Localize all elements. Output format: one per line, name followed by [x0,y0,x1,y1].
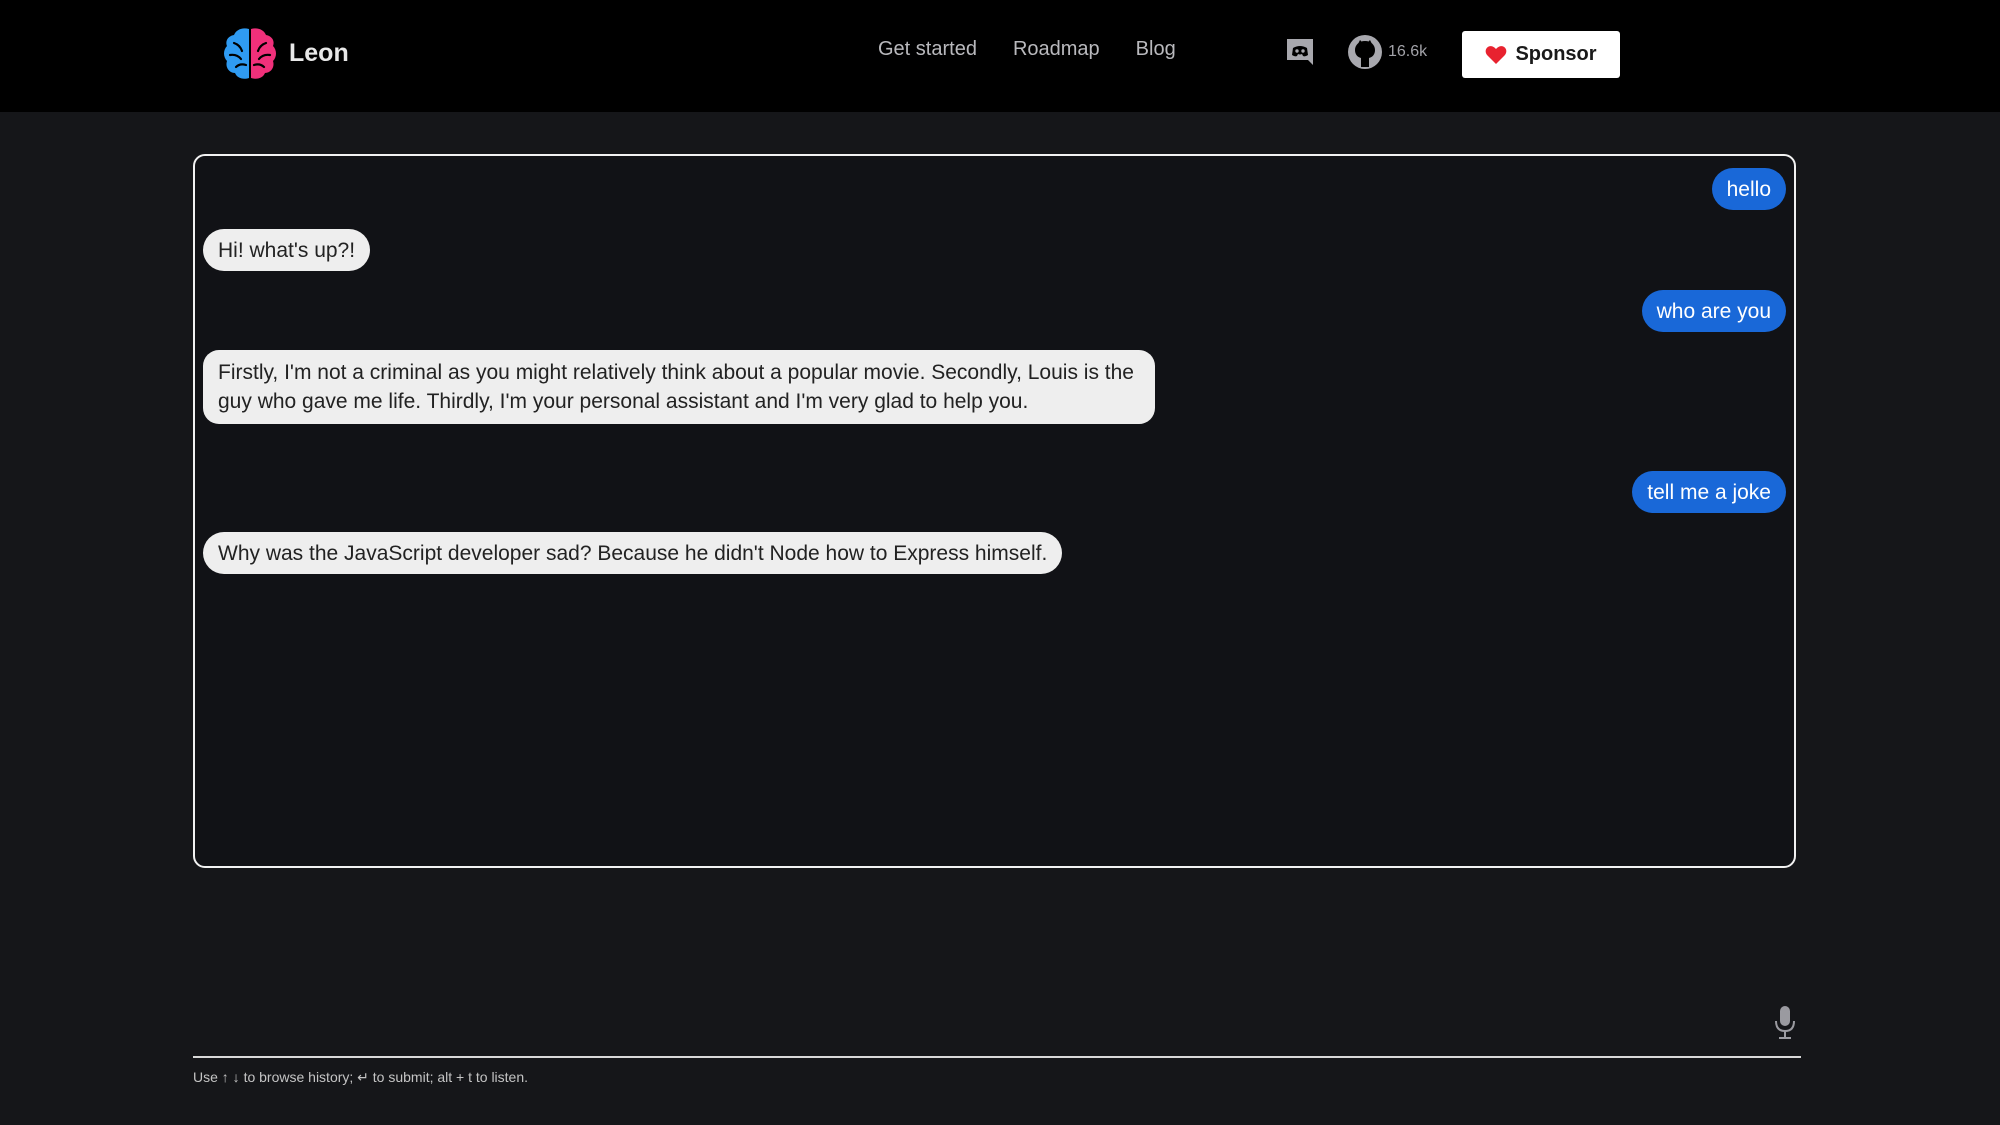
microphone-icon[interactable] [1774,1005,1796,1041]
github-stars-link[interactable]: 16.6k [1347,34,1427,70]
user-message: hello [1711,168,1786,210]
message-input[interactable] [193,1056,1801,1058]
bot-message: Hi! what's up?! [203,229,371,271]
nav-roadmap[interactable]: Roadmap [1013,38,1100,61]
user-message: tell me a joke [1632,471,1786,513]
github-icon [1348,35,1382,69]
brand-name: Leon [289,38,349,67]
github-stars-count: 16.6k [1388,43,1428,60]
main-nav: Get started Roadmap Blog [878,38,1176,61]
keyboard-hint: Use ↑ ↓ to browse history; ↵ to submit; … [193,1069,529,1085]
sponsor-button[interactable]: Sponsor [1462,31,1620,78]
top-navbar: Leon Get started Roadmap Blog 16.6k Spon… [0,0,2000,112]
bot-message: Firstly, I'm not a criminal as you might… [203,350,1155,424]
nav-get-started[interactable]: Get started [878,38,977,61]
user-message: who are you [1641,290,1786,332]
leon-brain-icon [224,28,276,79]
sponsor-label: Sponsor [1515,43,1597,65]
brand-logo-link[interactable]: Leon [220,22,349,84]
heart-icon [1486,45,1507,64]
discord-icon[interactable] [1283,35,1317,69]
nav-blog[interactable]: Blog [1136,38,1176,61]
bot-message: Why was the JavaScript developer sad? Be… [203,532,1063,574]
chat-feed[interactable]: hello Hi! what's up?! who are you Firstl… [193,154,1796,868]
